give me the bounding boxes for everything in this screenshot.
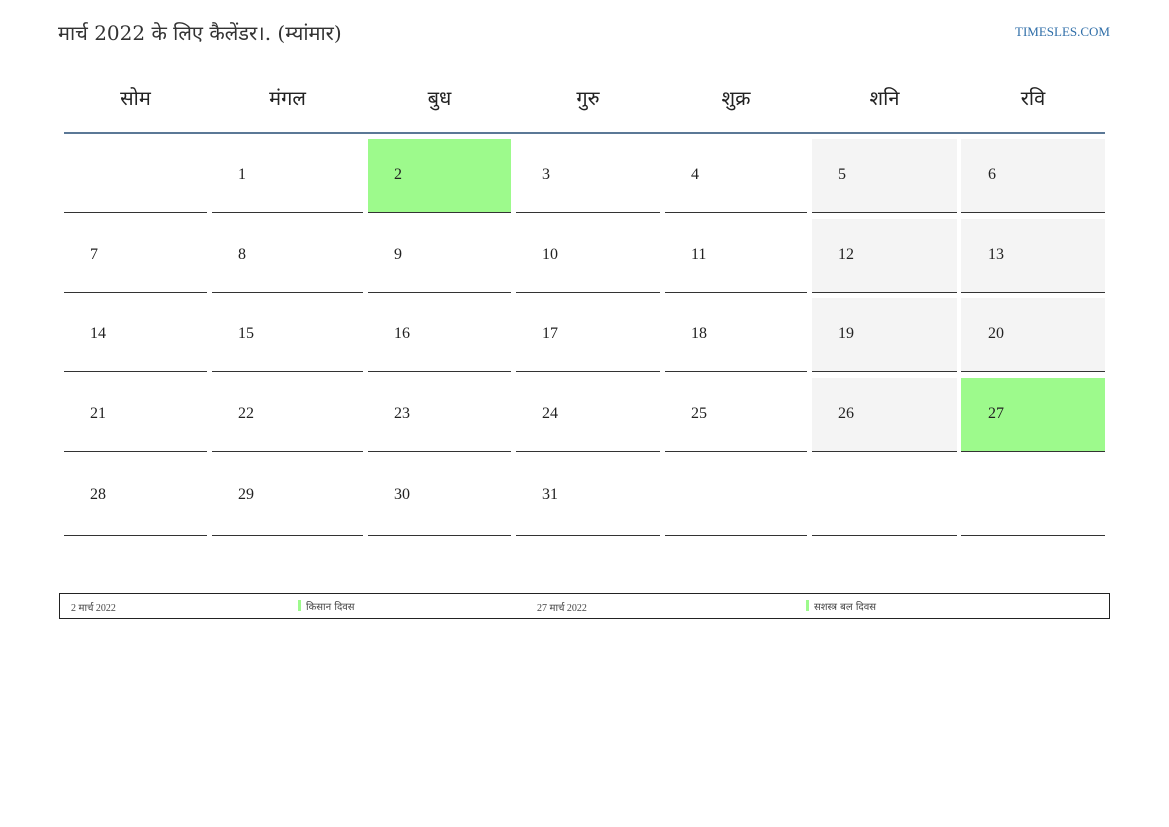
weekday-sun: रवि — [1020, 86, 1046, 110]
day-cell: 9 — [368, 219, 511, 293]
day-cell — [961, 458, 1105, 536]
day-number: 8 — [238, 246, 246, 263]
day-cell-weekend: 19 — [812, 298, 957, 372]
day-cell: 1 — [212, 139, 363, 213]
calendar-title: मार्च 2022 के लिए कैलेंडर।. (म्यांमार) — [58, 21, 342, 45]
day-cell — [64, 139, 207, 213]
day-cell-weekend: 5 — [812, 139, 957, 213]
weekday-sat: शनि — [869, 86, 900, 110]
legend-color-swatch — [806, 600, 809, 611]
legend-color-swatch — [298, 600, 301, 611]
legend-date: 27 मार्च 2022 — [537, 603, 587, 614]
day-number: 7 — [90, 246, 98, 263]
day-number: 21 — [90, 405, 106, 422]
day-number: 23 — [394, 405, 410, 422]
weekday-fri: शुक्र — [721, 86, 751, 110]
day-cell: 8 — [212, 219, 363, 293]
day-cell: 17 — [516, 298, 660, 372]
day-number: 10 — [542, 246, 558, 263]
day-cell-weekend: 12 — [812, 219, 957, 293]
day-cell — [665, 458, 807, 536]
day-number: 17 — [542, 325, 558, 342]
day-cell: 4 — [665, 139, 807, 213]
day-cell: 21 — [64, 378, 207, 452]
day-number: 14 — [90, 325, 106, 342]
day-number: 20 — [988, 325, 1004, 342]
day-cell: 30 — [368, 458, 511, 536]
day-number: 2 — [394, 166, 402, 183]
day-number: 19 — [838, 325, 854, 342]
day-number: 3 — [542, 166, 550, 183]
day-cell: 15 — [212, 298, 363, 372]
day-cell: 11 — [665, 219, 807, 293]
day-number: 1 — [238, 166, 246, 183]
day-number: 30 — [394, 486, 410, 503]
day-number: 29 — [238, 486, 254, 503]
weekday-header-row: सोम मंगल बुध गुरु शुक्र शनि रवि — [64, 78, 1105, 134]
weekday-mon: सोम — [120, 86, 151, 110]
day-cell-weekend: 26 — [812, 378, 957, 452]
day-number: 5 — [838, 166, 846, 183]
day-number: 4 — [691, 166, 699, 183]
day-cell — [812, 458, 957, 536]
site-link[interactable]: TIMESLES.COM — [1015, 24, 1110, 40]
day-number: 15 — [238, 325, 254, 342]
day-cell-holiday: 27 — [961, 378, 1105, 452]
day-number: 26 — [838, 405, 854, 422]
day-number: 16 — [394, 325, 410, 342]
day-number: 13 — [988, 246, 1004, 263]
day-cell: 29 — [212, 458, 363, 536]
day-number: 12 — [838, 246, 854, 263]
day-cell: 31 — [516, 458, 660, 536]
day-number: 28 — [90, 486, 106, 503]
day-number: 31 — [542, 486, 558, 503]
legend-holiday-name: किसान दिवस — [306, 602, 355, 613]
day-cell: 22 — [212, 378, 363, 452]
day-cell-weekend: 6 — [961, 139, 1105, 213]
day-number: 24 — [542, 405, 558, 422]
day-cell: 28 — [64, 458, 207, 536]
day-cell-holiday: 2 — [368, 139, 511, 213]
day-cell: 3 — [516, 139, 660, 213]
weekday-thu: गुरु — [576, 86, 600, 110]
day-number: 6 — [988, 166, 996, 183]
day-number: 11 — [691, 246, 707, 263]
day-cell-weekend: 13 — [961, 219, 1105, 293]
day-number: 18 — [691, 325, 707, 342]
day-number: 22 — [238, 405, 254, 422]
holiday-legend: 2 मार्च 2022 किसान दिवस 27 मार्च 2022 सश… — [59, 593, 1110, 619]
day-cell: 23 — [368, 378, 511, 452]
day-cell: 10 — [516, 219, 660, 293]
legend-holiday-name: सशस्त्र बल दिवस — [814, 602, 877, 613]
day-cell: 18 — [665, 298, 807, 372]
day-cell: 7 — [64, 219, 207, 293]
day-number: 9 — [394, 246, 402, 263]
day-number: 27 — [988, 405, 1004, 422]
day-cell: 25 — [665, 378, 807, 452]
legend-date: 2 मार्च 2022 — [71, 603, 116, 614]
weekday-tue: मंगल — [269, 86, 306, 110]
day-number: 25 — [691, 405, 707, 422]
day-cell-weekend: 20 — [961, 298, 1105, 372]
day-cell: 16 — [368, 298, 511, 372]
day-cell: 24 — [516, 378, 660, 452]
weekday-wed: बुध — [427, 86, 452, 110]
day-cell: 14 — [64, 298, 207, 372]
